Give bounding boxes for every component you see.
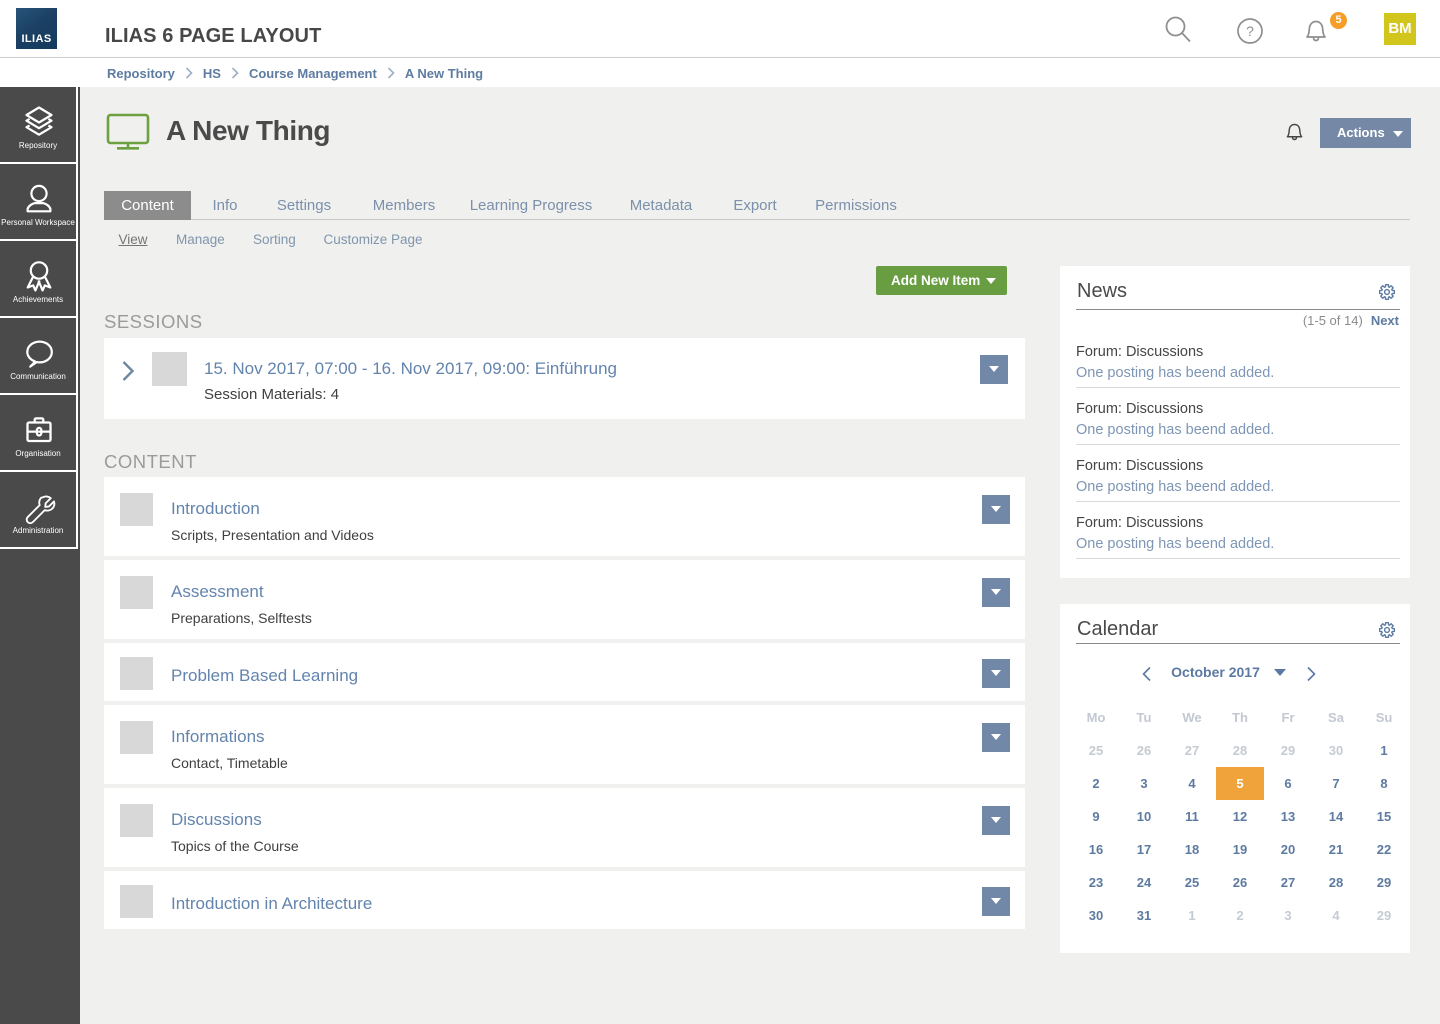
svg-text:?: ? <box>1246 23 1254 39</box>
